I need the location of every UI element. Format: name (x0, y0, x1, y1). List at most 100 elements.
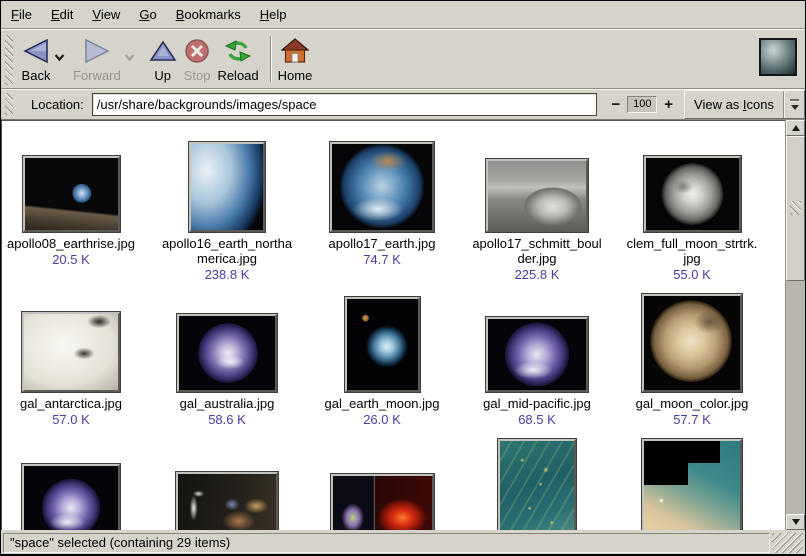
galaxy-pair-thumbnail (176, 472, 278, 530)
menu-go[interactable]: Go (139, 2, 156, 28)
content-area: apollo08_earthrise.jpg 20.5 K apollo16_e… (1, 120, 805, 530)
gal-antarctica-thumbnail (22, 312, 120, 392)
gal-earth-moon-thumbnail (345, 297, 420, 392)
forward-button[interactable]: Forward (73, 34, 121, 83)
clem-full-moon-thumbnail (644, 156, 741, 232)
toolbar: Back Forward Up Stop (1, 29, 805, 89)
menu-bookmarks[interactable]: Bookmarks (176, 2, 241, 28)
location-label: Location: (31, 97, 84, 112)
file-size: 57.0 K (1, 412, 149, 427)
purple-earth-thumbnail (22, 464, 120, 530)
menu-file[interactable]: File (11, 2, 32, 28)
file-name: gal_antarctica.jpg (1, 396, 149, 411)
back-button[interactable]: Back (21, 34, 51, 83)
apollo16-earth-thumbnail (189, 142, 265, 232)
two-panel-nebula-thumbnail (331, 474, 434, 530)
up-icon (149, 34, 177, 68)
file-item-partial[interactable] (304, 474, 460, 530)
window-resize-grip[interactable] (772, 533, 803, 553)
file-size: 57.7 K (614, 412, 770, 427)
menu-view[interactable]: View (92, 2, 120, 28)
gal-mid-pacific-thumbnail (486, 317, 588, 392)
file-name: clem_full_moon_strtrk. jpg (614, 236, 770, 266)
forward-label: Forward (73, 68, 121, 83)
globe-throbber-icon (759, 38, 797, 76)
file-manager-window: File Edit View Go Bookmarks Help Back Fo… (0, 0, 806, 556)
location-input[interactable] (92, 93, 597, 116)
file-size: 68.5 K (459, 412, 615, 427)
file-item[interactable]: gal_moon_color.jpg 57.7 K (614, 294, 770, 427)
file-item-partial[interactable] (614, 439, 770, 530)
stop-button: Stop (184, 34, 211, 83)
gal-moon-color-thumbnail (642, 294, 742, 392)
zoom-in-button[interactable]: + (664, 96, 673, 113)
home-icon (281, 34, 309, 68)
file-size: 74.7 K (304, 252, 460, 267)
up-button[interactable]: Up (149, 34, 177, 83)
file-size: 55.0 K (614, 267, 770, 282)
home-label: Home (278, 68, 313, 83)
scroll-down-button[interactable] (786, 514, 805, 530)
icon-view-canvas[interactable]: apollo08_earthrise.jpg 20.5 K apollo16_e… (1, 120, 785, 530)
status-panel: "space" selected (containing 29 items) (3, 533, 770, 553)
file-size: 58.6 K (149, 412, 305, 427)
file-item[interactable]: apollo08_earthrise.jpg 20.5 K (1, 156, 149, 267)
file-size: 238.8 K (149, 267, 305, 282)
zoom-out-button[interactable]: − (612, 96, 621, 113)
file-item[interactable]: gal_antarctica.jpg 57.0 K (1, 312, 149, 427)
menu-bar: File Edit View Go Bookmarks Help (1, 1, 805, 29)
location-bar: Location: − 100 + View as Icons (1, 89, 805, 120)
apollo08-earthrise-thumbnail (23, 156, 120, 232)
reload-label: Reload (217, 68, 258, 83)
location-bar-drag-handle[interactable] (5, 93, 13, 115)
file-item-partial[interactable] (149, 472, 305, 530)
file-item[interactable]: gal_australia.jpg 58.6 K (149, 314, 305, 427)
file-item[interactable]: apollo17_schmitt_boul der.jpg 225.8 K (459, 159, 615, 282)
file-item[interactable]: clem_full_moon_strtrk. jpg 55.0 K (614, 156, 770, 282)
file-item[interactable]: gal_mid-pacific.jpg 68.5 K (459, 317, 615, 427)
file-name: apollo16_earth_northa merica.jpg (149, 236, 305, 266)
apollo17-earth-thumbnail (330, 142, 434, 232)
vertical-scrollbar[interactable] (785, 120, 805, 530)
back-label: Back (22, 68, 51, 83)
file-name: gal_australia.jpg (149, 396, 305, 411)
view-mode-dropdown[interactable]: View as Icons (684, 90, 805, 119)
file-item[interactable]: apollo17_earth.jpg 74.7 K (304, 142, 460, 267)
file-size: 225.8 K (459, 267, 615, 282)
scroll-up-button[interactable] (786, 120, 805, 136)
toolbar-drag-handle[interactable] (5, 35, 13, 85)
file-item[interactable]: gal_earth_moon.jpg 26.0 K (304, 297, 460, 427)
gal-australia-thumbnail (177, 314, 277, 392)
file-item-partial[interactable] (1, 464, 149, 530)
arrow-down-icon (792, 519, 800, 525)
teal-nebula-thumbnail (498, 439, 576, 530)
status-text: "space" selected (containing 29 items) (4, 535, 230, 550)
stop-label: Stop (184, 68, 211, 83)
file-size: 20.5 K (1, 252, 149, 267)
scrollbar-thumb[interactable] (786, 136, 805, 281)
reload-icon (224, 34, 252, 68)
file-name: apollo17_earth.jpg (304, 236, 460, 251)
home-button[interactable]: Home (278, 34, 313, 83)
stop-icon (184, 34, 210, 68)
forward-icon (82, 34, 112, 68)
back-history-chevron-icon[interactable] (54, 48, 65, 66)
forward-history-chevron-icon (124, 48, 135, 66)
file-size: 26.0 K (304, 412, 460, 427)
menu-help[interactable]: Help (260, 2, 287, 28)
reload-button[interactable]: Reload (217, 34, 258, 83)
file-name: gal_mid-pacific.jpg (459, 396, 615, 411)
file-name: gal_earth_moon.jpg (304, 396, 460, 411)
file-item-partial[interactable] (459, 439, 615, 530)
file-item[interactable]: apollo16_earth_northa merica.jpg 238.8 K (149, 142, 305, 282)
file-name: gal_moon_color.jpg (614, 396, 770, 411)
throbber (759, 38, 797, 76)
dropdown-indicator-icon (785, 99, 804, 110)
menu-edit[interactable]: Edit (51, 2, 73, 28)
teal-orange-nebula-thumbnail (642, 439, 742, 530)
toolbar-separator (270, 36, 272, 82)
file-name: apollo17_schmitt_boul der.jpg (459, 236, 615, 266)
view-mode-label: View as Icons (685, 97, 783, 112)
apollo17-schmitt-boulder-thumbnail (486, 159, 588, 232)
up-label: Up (154, 68, 171, 83)
